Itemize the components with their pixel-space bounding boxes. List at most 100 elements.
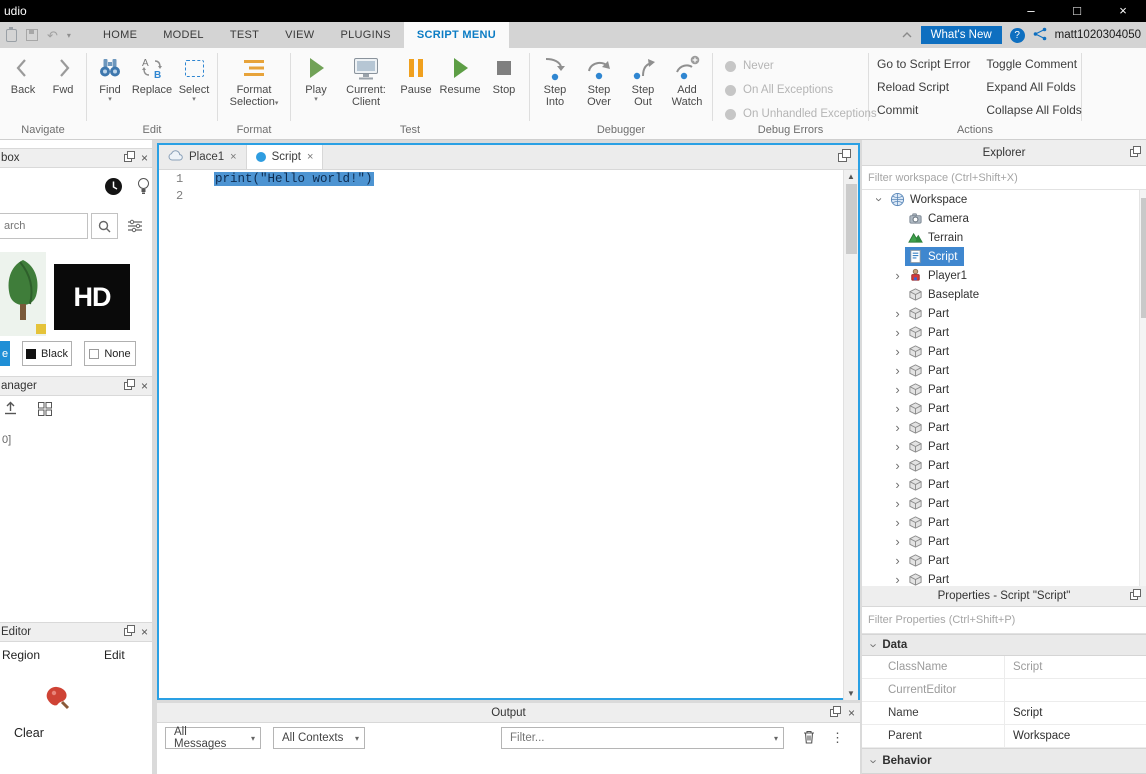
step-out-button[interactable]: Step Out xyxy=(621,53,665,123)
tree-item-part[interactable]: › Part xyxy=(862,304,1146,323)
tree-item-part[interactable]: › Part xyxy=(862,418,1146,437)
select-button[interactable]: Select ▾ xyxy=(173,53,215,123)
float-panel-icon[interactable] xyxy=(1130,589,1141,603)
tree-item-content[interactable]: Script xyxy=(905,247,965,266)
none-material-button[interactable]: None xyxy=(84,341,136,366)
tree-item-camera[interactable]: Camera xyxy=(862,209,1146,228)
property-value[interactable]: Script xyxy=(1004,702,1146,724)
expander-icon[interactable]: › xyxy=(890,459,905,472)
expander-icon[interactable]: › xyxy=(890,516,905,529)
editor-vertical-scrollbar[interactable]: ▲ ▼ xyxy=(843,170,858,700)
close-tab-icon[interactable]: × xyxy=(230,151,236,163)
tab-script[interactable]: Script × xyxy=(246,145,324,169)
tree-item-script[interactable]: Script xyxy=(862,247,1146,266)
toolbox-hd-thumbnail[interactable]: HD xyxy=(54,264,130,330)
tree-item-part[interactable]: › Part xyxy=(862,342,1146,361)
toolbox-search-input[interactable] xyxy=(0,213,88,239)
stop-button[interactable]: Stop xyxy=(482,53,526,123)
tree-item-player1[interactable]: › Player1 xyxy=(862,266,1146,285)
toolbox-search-button[interactable] xyxy=(91,213,118,239)
step-over-button[interactable]: Step Over xyxy=(577,53,621,123)
clear-output-trash-icon[interactable] xyxy=(802,729,816,748)
tab-home[interactable]: HOME xyxy=(90,22,150,48)
tree-item-part[interactable]: › Part xyxy=(862,532,1146,551)
tree-item-content[interactable]: Part xyxy=(905,532,956,551)
format-selection-button[interactable]: Format Selection▾ xyxy=(221,53,287,123)
expander-icon[interactable]: › xyxy=(890,402,905,415)
tree-item-content[interactable]: Player1 xyxy=(905,266,974,285)
tree-item-part[interactable]: › Part xyxy=(862,456,1146,475)
expander-icon[interactable]: › xyxy=(890,307,905,320)
reload-script-button[interactable]: Reload Script xyxy=(869,75,978,98)
tab-view[interactable]: VIEW xyxy=(272,22,327,48)
tree-item-content[interactable]: Part xyxy=(905,399,956,418)
tree-item-content[interactable]: Part xyxy=(905,570,956,586)
scrollbar-thumb[interactable] xyxy=(846,184,857,254)
expander-icon[interactable]: › xyxy=(872,192,887,207)
tree-item-content[interactable]: Part xyxy=(905,323,956,342)
behavior-section-header[interactable]: › Behavior xyxy=(862,748,1146,774)
whats-new-button[interactable]: What's New xyxy=(920,26,1002,44)
tree-item-content[interactable]: Terrain xyxy=(905,228,970,247)
tree-item-content[interactable]: Part xyxy=(905,551,956,570)
close-button[interactable]: × xyxy=(1100,0,1146,22)
debug-errors-option-never[interactable]: Never xyxy=(725,56,868,76)
tree-item-part[interactable]: › Part xyxy=(862,513,1146,532)
messages-filter-dropdown[interactable]: All Messages ▾ xyxy=(165,726,261,750)
float-editor-icon[interactable] xyxy=(838,149,851,165)
suggestion-bulb-icon[interactable] xyxy=(137,177,150,199)
tree-item-part[interactable]: › Part xyxy=(862,437,1146,456)
format-dropdown-icon[interactable]: ▾ xyxy=(275,100,279,107)
recent-clock-icon[interactable] xyxy=(104,177,123,199)
close-tab-icon[interactable]: × xyxy=(307,151,313,163)
float-panel-icon[interactable] xyxy=(123,379,135,393)
play-dropdown-icon[interactable]: ▾ xyxy=(314,96,318,103)
code-lines[interactable]: print("Hello world!") xyxy=(214,170,858,700)
side-tab[interactable]: e xyxy=(0,341,10,366)
output-menu-icon[interactable]: ⋮ xyxy=(831,730,844,746)
tree-item-content[interactable]: Part xyxy=(905,475,956,494)
add-watch-button[interactable]: Add Watch xyxy=(665,53,709,123)
explorer-scrollbar[interactable] xyxy=(1139,190,1146,586)
terrain-region-tab[interactable]: Region xyxy=(2,648,40,662)
undo-icon[interactable]: ↶ xyxy=(47,29,58,42)
expander-icon[interactable]: › xyxy=(890,573,905,586)
tree-item-workspace[interactable]: › Workspace xyxy=(862,190,1146,209)
select-dropdown-icon[interactable]: ▾ xyxy=(192,96,196,103)
float-panel-icon[interactable] xyxy=(123,151,135,165)
expander-icon[interactable]: › xyxy=(890,497,905,510)
collapse-ribbon-icon[interactable] xyxy=(901,28,913,42)
tree-item-part[interactable]: › Part xyxy=(862,361,1146,380)
replace-button[interactable]: AB Replace xyxy=(131,53,173,123)
tree-item-part[interactable]: › Part xyxy=(862,380,1146,399)
toggle-comment-button[interactable]: Toggle Comment xyxy=(978,52,1089,75)
expander-icon[interactable]: › xyxy=(890,440,905,453)
properties-filter-input[interactable] xyxy=(862,607,1146,633)
expand-all-folds-button[interactable]: Expand All Folds xyxy=(978,75,1089,98)
tab-plugins[interactable]: PLUGINS xyxy=(327,22,403,48)
tree-item-terrain[interactable]: Terrain xyxy=(862,228,1146,247)
expander-icon[interactable]: › xyxy=(890,383,905,396)
tree-item-content[interactable]: Part xyxy=(905,418,956,437)
data-section-header[interactable]: › Data xyxy=(862,634,1146,656)
fwd-button[interactable]: Fwd xyxy=(43,53,83,123)
tree-item-content[interactable]: Part xyxy=(905,494,956,513)
help-icon[interactable]: ? xyxy=(1009,27,1025,43)
username[interactable]: matt1020304050 xyxy=(1055,29,1141,41)
tree-item-content[interactable]: Part xyxy=(905,437,956,456)
expander-icon[interactable]: › xyxy=(890,364,905,377)
commit-button[interactable]: Commit xyxy=(869,98,978,121)
scroll-down-icon[interactable]: ▼ xyxy=(844,689,858,698)
explorer-filter-input[interactable] xyxy=(862,166,1146,189)
quick-access-dropdown-icon[interactable]: ▾ xyxy=(67,31,71,40)
clear-tool-label[interactable]: Clear xyxy=(14,726,44,740)
pause-button[interactable]: Pause xyxy=(394,53,438,123)
go-to-script-error-button[interactable]: Go to Script Error xyxy=(869,52,978,75)
expander-icon[interactable]: › xyxy=(890,269,905,282)
expander-icon[interactable]: › xyxy=(890,345,905,358)
tree-item-content[interactable]: Camera xyxy=(905,209,976,228)
find-dropdown-icon[interactable]: ▾ xyxy=(108,96,112,103)
tree-item-content[interactable]: Part xyxy=(905,361,956,380)
find-button[interactable]: Find ▾ xyxy=(89,53,131,123)
share-icon[interactable] xyxy=(1033,27,1047,44)
